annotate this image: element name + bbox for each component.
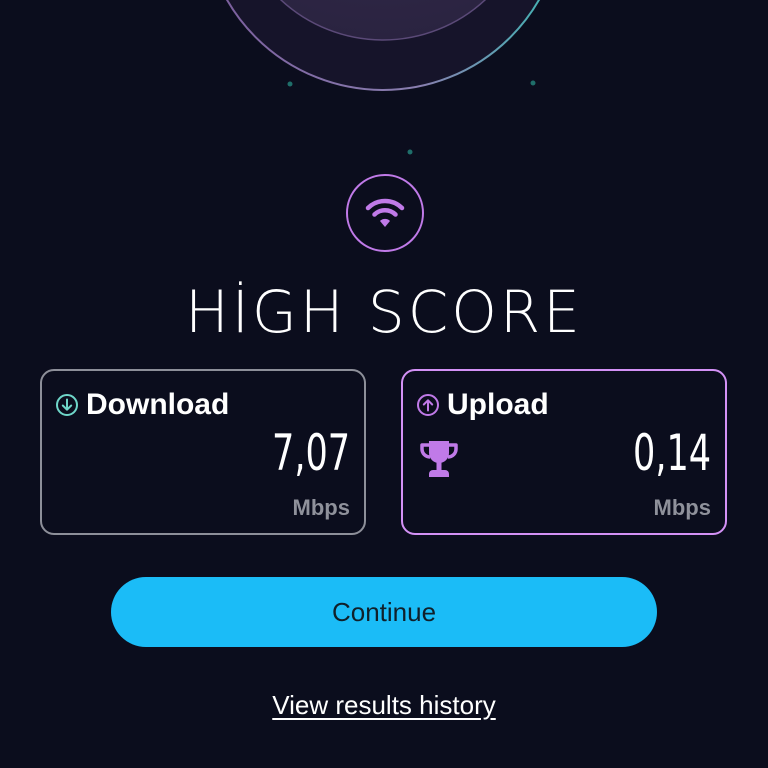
upload-header: Upload xyxy=(415,387,549,423)
download-value: 7,07 xyxy=(271,424,350,482)
arrow-down-circle-icon xyxy=(54,392,80,418)
download-label: Download xyxy=(86,388,230,421)
download-unit: Mbps xyxy=(292,495,350,520)
upload-value: 0,14 xyxy=(632,424,711,482)
gauge-tick xyxy=(407,149,413,155)
download-header: Download xyxy=(54,387,229,423)
gauge-tick xyxy=(530,80,536,86)
upload-card: Upload 0,14 Mbps xyxy=(401,369,727,535)
gauge-tick xyxy=(287,81,293,87)
download-card: Download 7,07 Mbps xyxy=(40,369,366,535)
arrow-up-circle-icon xyxy=(415,392,441,418)
speed-gauge xyxy=(225,0,541,155)
upload-unit: Mbps xyxy=(653,495,711,520)
view-results-history-link[interactable]: View results history xyxy=(0,688,768,722)
wifi-badge xyxy=(346,174,424,252)
wifi-icon xyxy=(365,198,405,227)
trophy-icon xyxy=(420,441,458,477)
score-title: HİGH SCORE xyxy=(185,278,583,346)
gauge-dial xyxy=(225,0,541,91)
continue-button[interactable]: Continue xyxy=(111,577,657,647)
upload-label: Upload xyxy=(447,388,549,421)
